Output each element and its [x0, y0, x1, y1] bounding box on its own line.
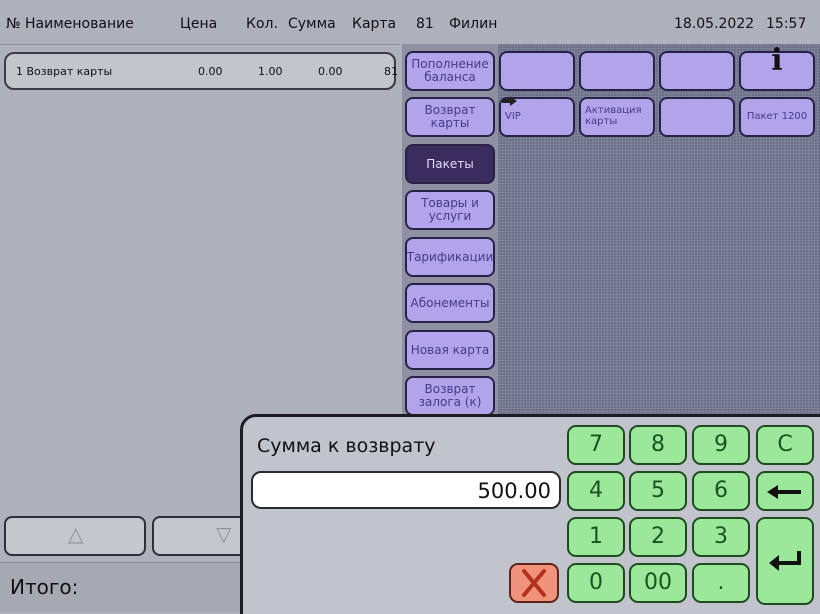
product-tile-card-activation[interactable]: Активация карты	[579, 97, 655, 137]
enter-icon	[769, 551, 801, 571]
col-header-number-name: № Наименование	[6, 16, 134, 32]
col-header-sum: Сумма	[288, 16, 336, 32]
col-header-card: Карта	[352, 16, 397, 32]
arrow-right-icon	[502, 96, 517, 106]
product-tile-vip[interactable]: VIP	[499, 96, 575, 137]
key-4[interactable]: 4	[567, 471, 625, 511]
key-backspace[interactable]	[756, 471, 814, 511]
receipt-item-price: 0.00	[198, 65, 223, 78]
product-tile-label: VIP	[505, 111, 521, 122]
header-bar: № Наименование Цена Кол. Сумма Карта 81 …	[0, 0, 820, 48]
product-tile-label: Активация карты	[585, 105, 642, 127]
refund-amount-dialog: Сумма к возврату 500.00 7 8 9 C 4 5 6 1 …	[240, 414, 820, 614]
total-bar: Итого:	[0, 562, 240, 612]
receipt-item-sum: 0.00	[318, 65, 343, 78]
category-new-card[interactable]: Новая карта	[405, 330, 495, 370]
scroll-down-button[interactable]: ▽	[152, 516, 252, 556]
operator-name: Филин	[449, 16, 498, 32]
key-9[interactable]: 9	[692, 425, 750, 465]
product-tile-empty[interactable]	[659, 97, 735, 137]
key-00[interactable]: 00	[629, 563, 687, 603]
product-tile-empty[interactable]	[579, 51, 655, 91]
key-decimal[interactable]: .	[692, 563, 750, 603]
key-6[interactable]: 6	[692, 471, 750, 511]
category-deposit-return[interactable]: Возврат залога (к)	[405, 376, 495, 416]
header-divider	[0, 44, 400, 45]
key-1[interactable]: 1	[567, 517, 625, 557]
key-3[interactable]: 3	[692, 517, 750, 557]
info-button[interactable]: i	[739, 43, 815, 91]
col-header-qty: Кол.	[246, 16, 278, 32]
backspace-icon	[767, 485, 801, 499]
receipt-item-name: 1 Возврат карты	[16, 65, 113, 78]
key-7[interactable]: 7	[567, 425, 625, 465]
scroll-up-button[interactable]: △	[4, 516, 146, 556]
category-balance-topup[interactable]: Пополнение баланса	[405, 51, 495, 91]
key-5[interactable]: 5	[629, 471, 687, 511]
product-tile-empty[interactable]	[659, 51, 735, 91]
arrow-up-icon: △	[68, 522, 84, 546]
product-tile-package-1200[interactable]: Пакет 1200	[739, 97, 815, 137]
current-date: 18.05.2022	[674, 16, 755, 32]
dialog-title: Сумма к возврату	[257, 435, 436, 457]
category-subscriptions[interactable]: Абонементы	[405, 283, 495, 323]
amount-input[interactable]: 500.00	[251, 471, 561, 509]
category-tariffs[interactable]: Тарификации	[405, 237, 495, 277]
key-0[interactable]: 0	[567, 563, 625, 603]
operator-id: 81	[416, 16, 434, 32]
key-clear[interactable]: C	[756, 425, 814, 465]
current-time: 15:57	[766, 16, 807, 32]
info-icon: i	[771, 43, 783, 78]
close-icon	[522, 569, 546, 597]
product-tile-label: Пакет 1200	[746, 111, 808, 122]
cancel-button[interactable]	[509, 563, 559, 603]
key-2[interactable]: 2	[629, 517, 687, 557]
category-packages[interactable]: Пакеты	[405, 144, 495, 184]
total-label: Итого:	[10, 575, 79, 599]
receipt-item-card: 81	[384, 65, 398, 78]
col-header-price: Цена	[180, 16, 218, 32]
key-8[interactable]: 8	[629, 425, 687, 465]
key-enter[interactable]	[756, 517, 814, 605]
receipt-item-qty: 1.00	[258, 65, 283, 78]
arrow-down-icon: ▽	[216, 522, 232, 546]
receipt-row[interactable]: 1 Возврат карты 0.00 1.00 0.00 81	[4, 52, 398, 90]
category-card-return[interactable]: Возврат карты	[405, 97, 495, 137]
category-goods-services[interactable]: Товары и услуги	[405, 190, 495, 230]
product-tile-empty[interactable]	[499, 51, 575, 91]
